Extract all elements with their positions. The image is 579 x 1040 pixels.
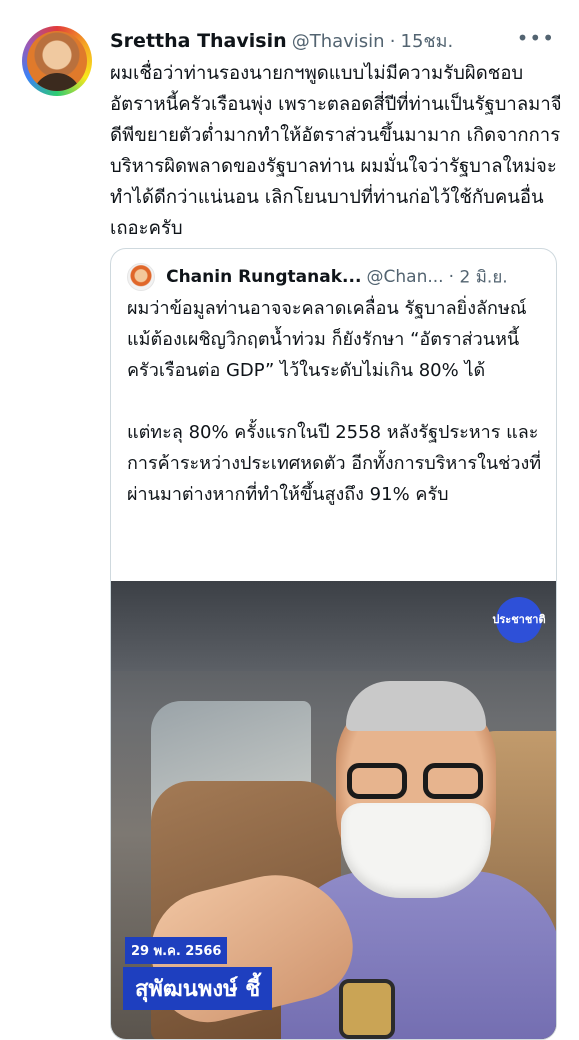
person-hair <box>346 681 486 731</box>
tweet-header: Srettha Thavisin @Thavisin · 15ชม. ••• <box>110 26 559 56</box>
wristwatch <box>339 979 395 1039</box>
more-icon[interactable]: ••• <box>517 26 555 50</box>
avatar-photo <box>27 31 87 91</box>
date-badge: 29 พ.ค. 2566 <box>125 937 228 964</box>
prachachat-logo: ประชาชาติ <box>492 597 546 643</box>
quoted-tweet-time: 2 มิ.ย. <box>459 267 508 288</box>
tweet-text: ผมเชื่อว่าท่านรองนายกฯพูดแบบไม่มีความรับ… <box>110 63 562 239</box>
caption-badge: สุพัฒนพงษ์ ชี้ <box>123 967 273 1010</box>
car-ceiling <box>111 581 556 671</box>
quoted-paragraph-2: แต่ทะลุ 80% ครั้งแรกในปี 2558 หลังรัฐประ… <box>127 422 542 505</box>
separator-dot: · <box>389 31 396 52</box>
quoted-tweet-text: ผมว่าข้อมูลท่านอาจจะคลาดเคลื่อน รัฐบาลยิ… <box>127 293 547 510</box>
author-handle[interactable]: @Thavisin <box>292 31 385 52</box>
quoted-author-handle: @Chan... <box>366 267 444 287</box>
quoted-avatar <box>127 263 155 291</box>
quoted-paragraph-1: ผมว่าข้อมูลท่านอาจจะคลาดเคลื่อน รัฐบาลยิ… <box>127 298 527 381</box>
quoted-tweet-header: Chanin Rungtanak... @Chan... · 2 มิ.ย. <box>127 263 542 291</box>
quoted-tweet[interactable]: Chanin Rungtanak... @Chan... · 2 มิ.ย. ผ… <box>110 248 557 1040</box>
separator-dot: · <box>448 267 460 287</box>
quoted-author-name: Chanin Rungtanak... <box>166 267 362 287</box>
glasses <box>343 763 489 801</box>
quoted-media-image[interactable]: ประชาชาติ 29 พ.ค. 2566 สุพัฒนพงษ์ ชี้ <box>111 581 556 1039</box>
author-name[interactable]: Srettha Thavisin <box>110 30 287 52</box>
face-mask <box>341 803 491 898</box>
tweet-time[interactable]: 15ชม. <box>401 31 454 52</box>
avatar[interactable] <box>22 26 92 96</box>
